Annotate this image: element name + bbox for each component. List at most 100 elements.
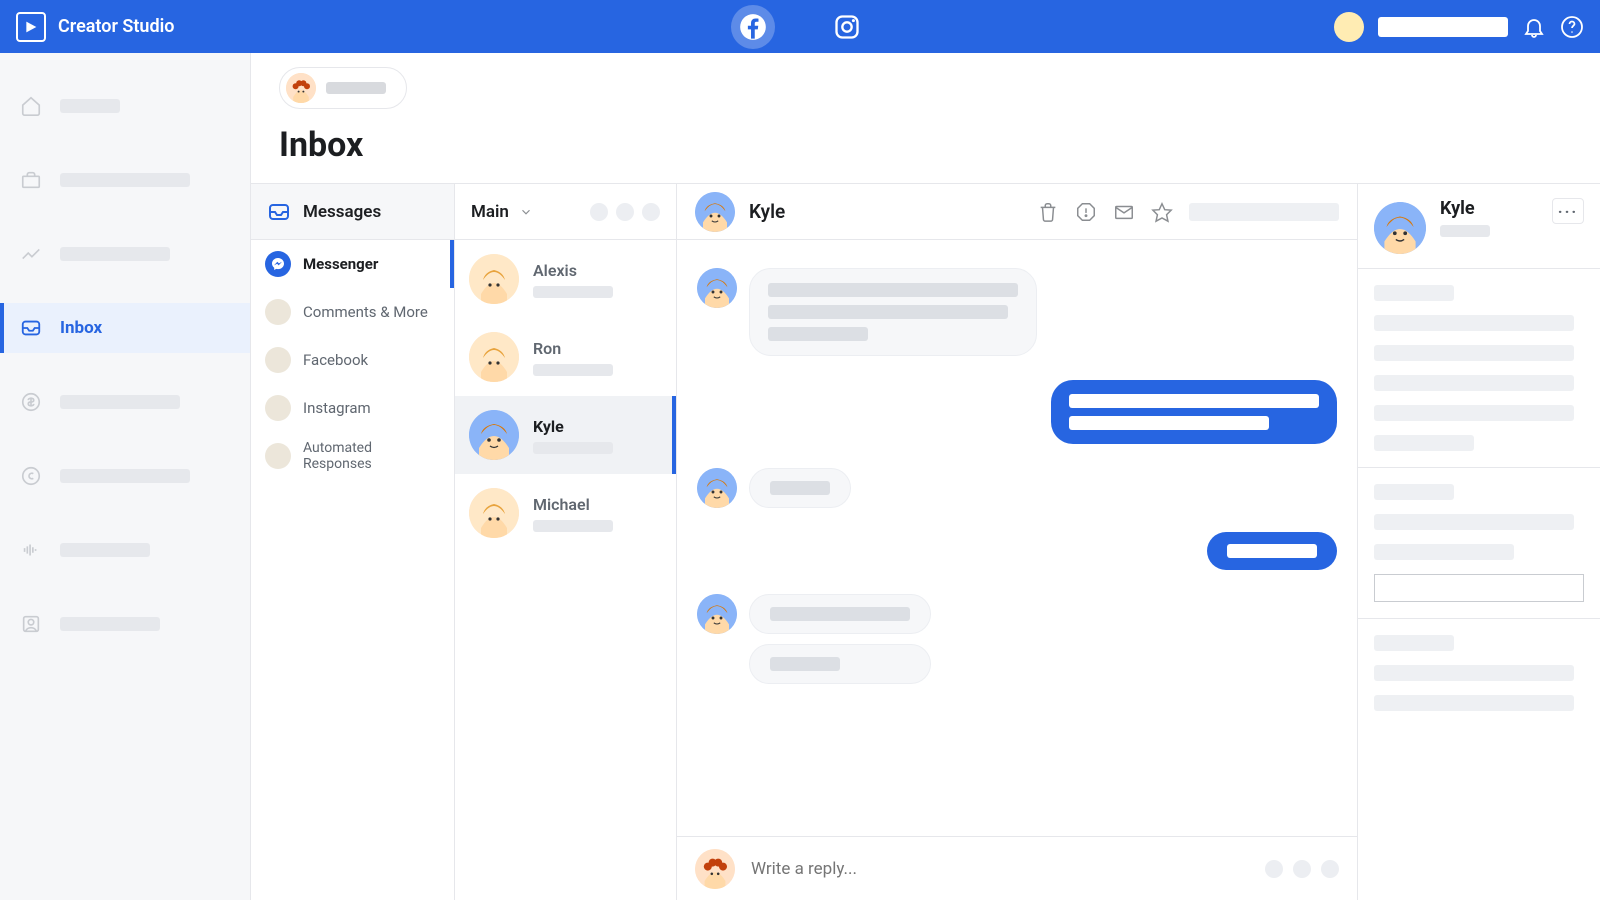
- message-avatar: [697, 268, 737, 308]
- messenger-icon: [265, 251, 291, 277]
- inbox-icon: [20, 317, 42, 339]
- nav-label-placeholder: [60, 99, 120, 113]
- left-navigation: Inbox: [0, 53, 251, 900]
- platform-switcher: [731, 5, 869, 49]
- contact-section: [1358, 269, 1600, 468]
- thread-filter-dot[interactable]: [642, 203, 660, 221]
- message-bubble: [749, 468, 851, 508]
- nav-item-home[interactable]: [0, 81, 250, 131]
- message-line-placeholder: [1069, 416, 1269, 430]
- detail-placeholder: [1374, 544, 1514, 560]
- nav-item-monetization[interactable]: [0, 377, 250, 427]
- conversation-header: Kyle: [677, 184, 1357, 240]
- message-line-placeholder: [768, 305, 1008, 319]
- user-name-placeholder: [1378, 17, 1508, 37]
- label-input[interactable]: [1374, 574, 1584, 602]
- message-line-placeholder: [768, 327, 868, 341]
- thread-item[interactable]: Kyle: [455, 396, 676, 474]
- thread-preview-placeholder: [533, 364, 613, 376]
- app-header: Creator Studio: [0, 0, 1600, 53]
- nav-label-placeholder: [60, 247, 170, 261]
- inbox-categories: Messages Messenger Comments & More Faceb…: [251, 184, 455, 900]
- message-bubble: [749, 268, 1037, 356]
- user-avatar[interactable]: [1334, 12, 1364, 42]
- reply-input[interactable]: [751, 859, 1249, 879]
- category-label: Facebook: [303, 351, 368, 369]
- thread-filter-dot[interactable]: [590, 203, 608, 221]
- contact-details-panel: Kyle ···: [1358, 184, 1600, 900]
- message-outgoing: [697, 380, 1337, 444]
- category-automated[interactable]: Automated Responses: [251, 432, 454, 480]
- message-bubble: [749, 594, 931, 634]
- nav-item-account[interactable]: [0, 599, 250, 649]
- message-line-placeholder: [770, 607, 910, 621]
- message-line-placeholder: [1069, 394, 1319, 408]
- category-dot-icon: [265, 299, 291, 325]
- notifications-icon[interactable]: [1522, 15, 1546, 39]
- thread-list-header: Main: [455, 184, 676, 240]
- compose-bar: [677, 836, 1357, 900]
- thread-name: Ron: [533, 339, 613, 358]
- instagram-platform-button[interactable]: [825, 5, 869, 49]
- thread-avatar: [469, 410, 519, 460]
- conversation-avatar: [695, 192, 735, 232]
- detail-placeholder: [1374, 405, 1574, 421]
- nav-label-placeholder: [60, 617, 160, 631]
- thread-filter-dot[interactable]: [616, 203, 634, 221]
- facebook-platform-button[interactable]: [731, 5, 775, 49]
- category-dot-icon: [265, 443, 291, 469]
- page-title: Inbox: [279, 125, 1572, 165]
- sound-icon: [20, 539, 42, 561]
- contact-avatar: [1374, 202, 1426, 254]
- thread-preview-placeholder: [533, 520, 613, 532]
- contact-more-button[interactable]: ···: [1552, 198, 1584, 224]
- message-outgoing: [697, 532, 1337, 570]
- thread-name: Kyle: [533, 417, 613, 436]
- message-line-placeholder: [770, 481, 830, 495]
- category-comments[interactable]: Comments & More: [251, 288, 454, 336]
- contact-name: Kyle: [1440, 198, 1490, 219]
- conversation-messages: [677, 240, 1357, 836]
- categories-header: Messages: [251, 184, 454, 240]
- category-messenger[interactable]: Messenger: [251, 240, 454, 288]
- spam-icon[interactable]: [1075, 201, 1097, 223]
- nav-item-content[interactable]: [0, 155, 250, 205]
- page-header: Inbox: [251, 53, 1600, 184]
- thread-item[interactable]: Alexis: [455, 240, 676, 318]
- home-icon: [20, 95, 42, 117]
- nav-label-placeholder: [60, 543, 150, 557]
- nav-item-sound[interactable]: [0, 525, 250, 575]
- messages-icon: [267, 200, 291, 224]
- help-icon[interactable]: [1560, 15, 1584, 39]
- dollar-icon: [20, 391, 42, 413]
- categories-header-label: Messages: [303, 202, 381, 222]
- trash-icon[interactable]: [1037, 201, 1059, 223]
- nav-item-rights[interactable]: [0, 451, 250, 501]
- category-dot-icon: [265, 395, 291, 421]
- person-icon: [20, 613, 42, 635]
- mail-icon[interactable]: [1113, 201, 1135, 223]
- nav-item-inbox[interactable]: Inbox: [0, 303, 250, 353]
- folder-selector[interactable]: Main: [471, 202, 509, 222]
- category-facebook[interactable]: Facebook: [251, 336, 454, 384]
- thread-preview-placeholder: [533, 442, 613, 454]
- contact-details-header: Kyle ···: [1358, 184, 1600, 269]
- thread-item[interactable]: Ron: [455, 318, 676, 396]
- thread-name: Alexis: [533, 261, 613, 280]
- compose-action-dot[interactable]: [1321, 860, 1339, 878]
- compose-action-dot[interactable]: [1293, 860, 1311, 878]
- page-selector-chip[interactable]: [279, 67, 407, 109]
- compose-action-dot[interactable]: [1265, 860, 1283, 878]
- detail-placeholder: [1374, 315, 1574, 331]
- star-icon[interactable]: [1151, 201, 1173, 223]
- conversation-contact-name: Kyle: [749, 200, 785, 223]
- message-bubble: [749, 644, 931, 684]
- category-instagram[interactable]: Instagram: [251, 384, 454, 432]
- detail-placeholder: [1374, 375, 1574, 391]
- thread-name: Michael: [533, 495, 613, 514]
- nav-item-insights[interactable]: [0, 229, 250, 279]
- thread-item[interactable]: Michael: [455, 474, 676, 552]
- nav-label: Inbox: [60, 318, 102, 338]
- detail-placeholder: [1374, 484, 1454, 500]
- thread-list: Main Alexis Ron: [455, 184, 677, 900]
